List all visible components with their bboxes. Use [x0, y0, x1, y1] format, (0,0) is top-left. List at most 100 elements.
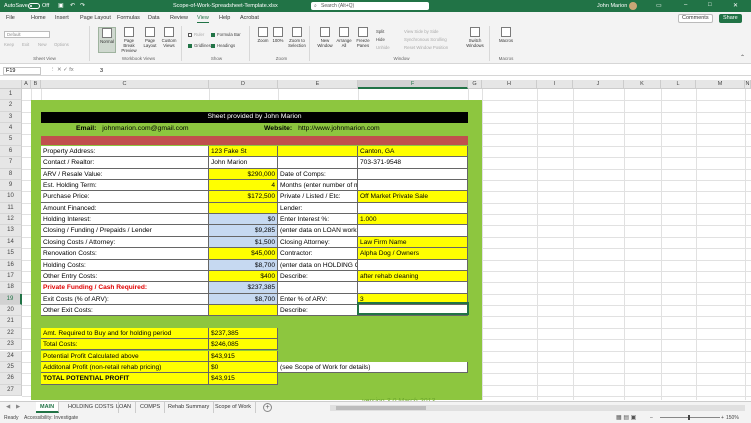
table-label-cell[interactable]: Other Entry Costs:	[41, 270, 209, 283]
zoom-100-button[interactable]: 100%	[271, 27, 285, 53]
table-value-cell[interactable]: $0	[209, 214, 278, 226]
formula-bar-checkbox[interactable]: Formula Bar	[211, 32, 241, 37]
column-header-n[interactable]: N	[745, 80, 751, 89]
summary-label-cell[interactable]: Potential Profit Calculated above	[41, 350, 209, 362]
user-name[interactable]: John Marion	[597, 3, 627, 9]
collapse-ribbon-icon[interactable]: ⌃	[740, 54, 745, 61]
row-header-11[interactable]: 11	[0, 202, 22, 215]
view-side-by-side-button[interactable]: View Side by Side	[404, 29, 439, 34]
table-f-cell[interactable]: Canton, GA	[358, 145, 468, 158]
formula-ops[interactable]: ⋮ ✕ ✓ fx	[50, 67, 74, 73]
split-button[interactable]: Split	[376, 29, 384, 34]
row-header-18[interactable]: 18	[0, 282, 22, 294]
zoom-out-icon[interactable]: –	[650, 415, 653, 421]
table-e-cell[interactable]	[278, 145, 358, 158]
table-label-cell[interactable]: Est. Holding Term:	[41, 179, 209, 192]
maximize-button[interactable]: □	[708, 2, 712, 8]
column-header-j[interactable]: J	[573, 80, 624, 89]
row-header-10[interactable]: 10	[0, 191, 22, 203]
table-e-cell[interactable]: Date of Comps:	[278, 168, 358, 180]
summary-note-cell[interactable]: (see Scope of Work for details)	[278, 361, 468, 374]
row-header-27[interactable]: 27	[0, 384, 22, 396]
keep-button[interactable]: Keep	[4, 42, 14, 47]
row-header-21[interactable]: 21	[0, 316, 22, 328]
ruler-checkbox[interactable]: Ruler	[188, 32, 204, 37]
row-header-7[interactable]: 7	[0, 157, 22, 169]
table-f-cell[interactable]	[358, 179, 468, 192]
column-header-f[interactable]: F	[358, 80, 468, 89]
view-buttons-icon[interactable]: ▦ ▤ ▣	[616, 414, 636, 421]
sheet-view-dropdown[interactable]: Default	[4, 31, 50, 38]
row-header-23[interactable]: 23	[0, 339, 22, 351]
sheet-tab-holding-costs[interactable]: HOLDING COSTS	[64, 402, 119, 413]
table-e-cell[interactable]	[278, 157, 358, 169]
row-header-4[interactable]: 4	[0, 123, 22, 135]
table-value-cell[interactable]: 123 Fake St	[209, 145, 278, 158]
table-e-cell[interactable]: Private / Listed / Etc:	[278, 191, 358, 203]
avatar[interactable]	[629, 2, 637, 10]
zoom-slider-knob[interactable]	[688, 415, 690, 420]
table-f-cell[interactable]	[358, 282, 468, 294]
table-label-cell[interactable]: Contact / Realtor:	[41, 157, 209, 169]
table-value-cell[interactable]	[209, 305, 278, 317]
summary-label-cell[interactable]: Total Costs:	[41, 339, 209, 351]
table-f-cell[interactable]	[358, 168, 468, 180]
table-value-cell[interactable]: $237,385	[209, 282, 278, 294]
table-value-cell[interactable]: $1,500	[209, 236, 278, 249]
switch-windows-button[interactable]: Switch Windows	[464, 27, 486, 53]
tab-page-layout[interactable]: Page Layout	[80, 15, 111, 21]
table-value-cell[interactable]: 4	[209, 179, 278, 192]
column-header-h[interactable]: H	[482, 80, 537, 89]
row-header-20[interactable]: 20	[0, 305, 22, 317]
row-header-19[interactable]: 19	[0, 293, 22, 306]
tab-view[interactable]: View	[197, 15, 209, 23]
table-value-cell[interactable]: $8,700	[209, 293, 278, 306]
email-line[interactable]: Email: johnmarion.com@gmail.com	[76, 124, 189, 134]
sheet-tab-loan[interactable]: LOAN	[112, 402, 136, 413]
table-label-cell[interactable]: Exit Costs (% of ARV):	[41, 293, 209, 306]
summary-value-cell[interactable]: $246,085	[209, 339, 278, 351]
arrange-all-button[interactable]: Arrange All	[335, 27, 353, 53]
row-header-5[interactable]: 5	[0, 134, 22, 146]
tab-data[interactable]: Data	[148, 15, 160, 21]
table-value-cell[interactable]: John Marion	[209, 157, 278, 169]
zoom-in-icon[interactable]: +	[721, 415, 724, 421]
row-header-3[interactable]: 3	[0, 111, 22, 124]
summary-label-cell[interactable]: Amt. Required to Buy and for holding per…	[41, 327, 209, 340]
row-header-13[interactable]: 13	[0, 225, 22, 237]
row-header-12[interactable]: 12	[0, 214, 22, 226]
sheet-tab-main[interactable]: MAIN	[36, 402, 60, 413]
save-icon[interactable]: ▣	[58, 2, 64, 9]
table-label-cell[interactable]: Private Funding / Cash Required:	[41, 282, 209, 294]
hide-button[interactable]: Hide	[376, 37, 385, 42]
table-f-cell[interactable]: Law Firm Name	[358, 236, 468, 249]
prev-sheet-icon[interactable]: ◀	[6, 404, 10, 410]
ribbon-display-icon[interactable]: ▭	[656, 2, 662, 9]
table-label-cell[interactable]: Renovation Costs:	[41, 248, 209, 260]
tab-insert[interactable]: Insert	[55, 15, 69, 21]
accessibility-status[interactable]: Accessibility: Investigate	[24, 415, 78, 421]
headings-checkbox[interactable]: Headings	[211, 43, 235, 48]
share-button[interactable]: Share	[719, 13, 742, 23]
table-label-cell[interactable]: Amount Financed:	[41, 202, 209, 215]
row-header-14[interactable]: 14	[0, 236, 22, 249]
page-layout-button[interactable]: Page Layout	[142, 27, 158, 53]
table-value-cell[interactable]: $45,000	[209, 248, 278, 260]
new-view-button[interactable]: New	[38, 42, 47, 47]
table-value-cell[interactable]: $290,000	[209, 168, 278, 180]
row-header-8[interactable]: 8	[0, 168, 22, 180]
column-header-e[interactable]: E	[278, 80, 358, 89]
table-e-cell[interactable]: Lender:	[278, 202, 358, 215]
zoom-button[interactable]: Zoom	[256, 27, 270, 53]
column-header-m[interactable]: M	[696, 80, 745, 89]
sheet-header[interactable]: Sheet provided by John Marion	[41, 112, 468, 123]
tab-acrobat[interactable]: Acrobat	[240, 15, 259, 21]
table-label-cell[interactable]: Purchase Price:	[41, 191, 209, 203]
table-e-cell[interactable]: Enter % of ARV:	[278, 293, 358, 306]
row-header-17[interactable]: 17	[0, 270, 22, 283]
table-e-cell[interactable]: Months (enter number of months)	[278, 179, 358, 192]
row-header-15[interactable]: 15	[0, 248, 22, 260]
macros-button[interactable]: Macros	[496, 27, 516, 53]
table-value-cell[interactable]: $172,500	[209, 191, 278, 203]
table-f-cell[interactable]: after rehab cleaning	[358, 270, 468, 283]
